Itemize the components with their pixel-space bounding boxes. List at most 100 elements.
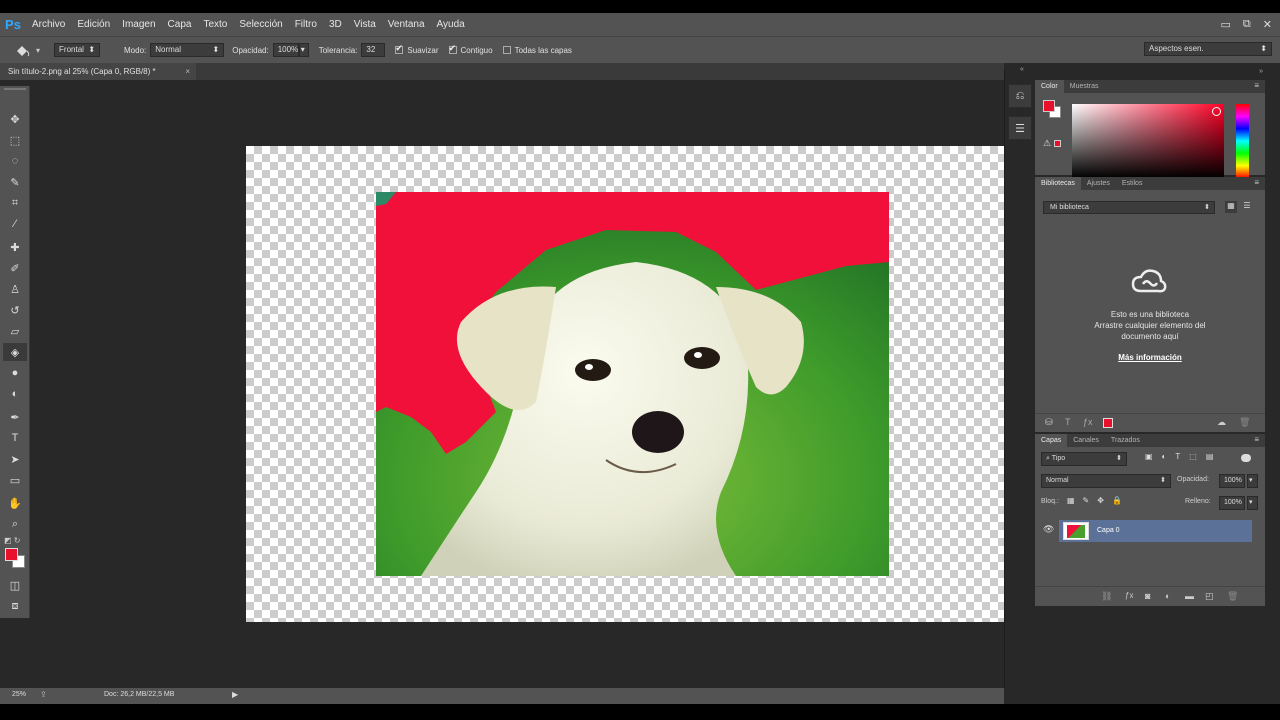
tab-canales[interactable]: Canales — [1067, 434, 1105, 447]
grid-view-icon[interactable]: ▦ — [1225, 201, 1237, 213]
gamut-warning-icon[interactable]: ⚠ — [1043, 138, 1051, 149]
dodge-tool[interactable]: ◐ — [3, 385, 27, 403]
tab-bibliotecas[interactable]: Bibliotecas — [1035, 177, 1081, 190]
adjustment-layer-icon[interactable]: ◐ — [1165, 591, 1170, 601]
add-style-icon[interactable]: ƒx — [1083, 417, 1093, 427]
tab-estilos[interactable]: Estilos — [1116, 177, 1149, 190]
menu-filtro[interactable]: Filtro — [289, 13, 323, 36]
hand-tool[interactable]: ✋ — [3, 494, 27, 512]
add-color-swatch[interactable] — [1103, 418, 1113, 428]
group-folder-icon[interactable]: ▬ — [1185, 591, 1194, 601]
eraser-tool[interactable]: ▱ — [3, 322, 27, 340]
puppy-photo[interactable] — [376, 192, 889, 576]
panel-menu-icon[interactable]: ≡ — [1254, 81, 1259, 90]
blend-mode-select[interactable]: Normal ⬍ — [1041, 474, 1171, 488]
path-select-tool[interactable]: ➤ — [3, 450, 27, 468]
more-info-link[interactable]: Más información — [1035, 353, 1265, 362]
tab-capas[interactable]: Capas — [1035, 434, 1068, 447]
panel-menu-icon[interactable]: ≡ — [1254, 435, 1259, 444]
menu-ventana[interactable]: Ventana — [382, 13, 431, 36]
move-tool[interactable]: ✥ — [3, 110, 27, 128]
properties-panel-icon[interactable]: ☰ — [1008, 116, 1032, 140]
hue-slider[interactable] — [1236, 104, 1249, 178]
panel-grip[interactable] — [4, 88, 26, 90]
tab-muestras[interactable]: Muestras — [1064, 80, 1105, 93]
add-graphic-icon[interactable]: ⛁ — [1045, 417, 1053, 428]
tool-preset-picker[interactable]: ▾ — [14, 43, 40, 57]
layer-filter-icons[interactable]: ▣◐T⬚▤ — [1145, 452, 1222, 461]
layer-style-icon[interactable]: ƒx — [1125, 591, 1133, 600]
collapse-arrows-icon[interactable]: « — [1020, 66, 1024, 73]
history-brush-tool[interactable]: ↺ — [3, 301, 27, 319]
layer-name[interactable]: Capa 0 — [1097, 520, 1120, 542]
canvas-area[interactable] — [31, 80, 1020, 688]
close-tab-icon[interactable]: × — [185, 63, 190, 80]
layer-filter-select[interactable]: ⌕ Tipo ⬍ — [1041, 452, 1127, 466]
menu-archivo[interactable]: Archivo — [26, 13, 71, 36]
healing-tool[interactable]: ✚ — [3, 238, 27, 256]
color-fg-swatch[interactable] — [1043, 100, 1055, 112]
zoom-tool[interactable]: ⌕ — [3, 515, 27, 533]
lock-icons[interactable]: ▦✎✥🔒 — [1067, 496, 1130, 505]
workspace-select[interactable]: Aspectos esen. ⬍ — [1144, 42, 1272, 56]
link-layers-icon[interactable]: ⛓ — [1101, 591, 1112, 602]
layer-fill-dropdown-icon[interactable]: ▾ — [1247, 496, 1258, 510]
new-layer-icon[interactable]: ◰ — [1205, 591, 1214, 602]
menu-ayuda[interactable]: Ayuda — [431, 13, 471, 36]
opacity-dropdown-icon[interactable]: ▾ — [298, 43, 309, 57]
crop-tool[interactable]: ⌗ — [3, 194, 27, 212]
foreground-color-swatch[interactable] — [5, 548, 18, 561]
tolerance-input[interactable]: 32 — [361, 43, 386, 57]
opacity-input[interactable]: 100% — [272, 43, 299, 57]
panel-menu-icon[interactable]: ≡ — [1254, 178, 1259, 187]
mode-select[interactable]: Normal ⬍ — [150, 43, 225, 57]
zoom-level[interactable]: 25% — [12, 691, 26, 698]
menu-imagen[interactable]: Imagen — [116, 13, 161, 36]
history-panel-icon[interactable]: ⎌ — [1008, 84, 1032, 108]
document-canvas[interactable] — [246, 146, 1020, 622]
quick-mask-icon[interactable]: ◫ — [3, 576, 27, 594]
trash-icon[interactable]: 🗑 — [1239, 417, 1250, 428]
menu-texto[interactable]: Texto — [197, 13, 233, 36]
paint-bucket-tool[interactable]: ◈ — [3, 343, 27, 361]
tab-ajustes[interactable]: Ajustes — [1081, 177, 1116, 190]
menu-capa[interactable]: Capa — [162, 13, 198, 36]
blur-tool[interactable]: ● — [3, 364, 27, 382]
layer-fill-input[interactable]: 100% — [1219, 496, 1245, 510]
swap-colors-icon[interactable]: ◩ ↻ — [4, 536, 20, 545]
document-tab[interactable]: Sin título-2.png al 25% (Capa 0, RGB/8) … — [0, 63, 196, 80]
smooth-checkbox[interactable]: Suavizar — [395, 43, 439, 55]
all-layers-checkbox[interactable]: Todas las capas — [502, 46, 572, 55]
shape-tool[interactable]: ▭ — [3, 471, 27, 489]
menu-3d[interactable]: 3D — [323, 13, 348, 36]
minimize-icon[interactable]: ▭ — [1221, 18, 1231, 31]
type-tool[interactable]: T — [3, 429, 27, 447]
marquee-tool[interactable]: ⬚ — [3, 131, 27, 149]
lasso-tool[interactable]: ◌ — [3, 152, 27, 170]
screen-mode-icon[interactable]: ⧈ — [3, 597, 27, 615]
tab-trazados[interactable]: Trazados — [1105, 434, 1146, 447]
gamut-color-swatch[interactable] — [1054, 140, 1061, 147]
layer-row-capa-0[interactable]: Capa 0 — [1059, 520, 1252, 542]
tab-color[interactable]: Color — [1035, 80, 1064, 93]
menu-vista[interactable]: Vista — [348, 13, 382, 36]
library-select[interactable]: Mi biblioteca ⬍ — [1043, 201, 1215, 214]
collapse-panels-icon[interactable]: » — [1259, 68, 1263, 75]
eyedropper-tool[interactable]: ⁄ — [3, 215, 27, 233]
layer-opacity-input[interactable]: 100% — [1219, 474, 1245, 488]
quick-select-tool[interactable]: ✎ — [3, 173, 27, 191]
layer-mask-icon[interactable]: ◙ — [1145, 591, 1150, 601]
layer-opacity-dropdown-icon[interactable]: ▾ — [1247, 474, 1258, 488]
status-arrow-icon[interactable]: ▶ — [232, 690, 238, 699]
clone-stamp-tool[interactable]: ♙ — [3, 280, 27, 298]
export-icon[interactable]: ⇪ — [40, 690, 47, 699]
color-picker-field[interactable] — [1072, 104, 1224, 178]
menu-seleccion[interactable]: Selección — [233, 13, 288, 36]
list-view-icon[interactable]: ☰ — [1241, 201, 1253, 213]
close-icon[interactable]: ✕ — [1263, 18, 1272, 31]
pen-tool[interactable]: ✒ — [3, 408, 27, 426]
eye-visibility-icon[interactable]: 👁 — [1043, 524, 1054, 535]
filter-toggle[interactable] — [1241, 454, 1251, 462]
fill-source-select[interactable]: Frontal ⬍ — [54, 43, 101, 57]
sync-cloud-icon[interactable]: ☁ — [1217, 417, 1226, 428]
